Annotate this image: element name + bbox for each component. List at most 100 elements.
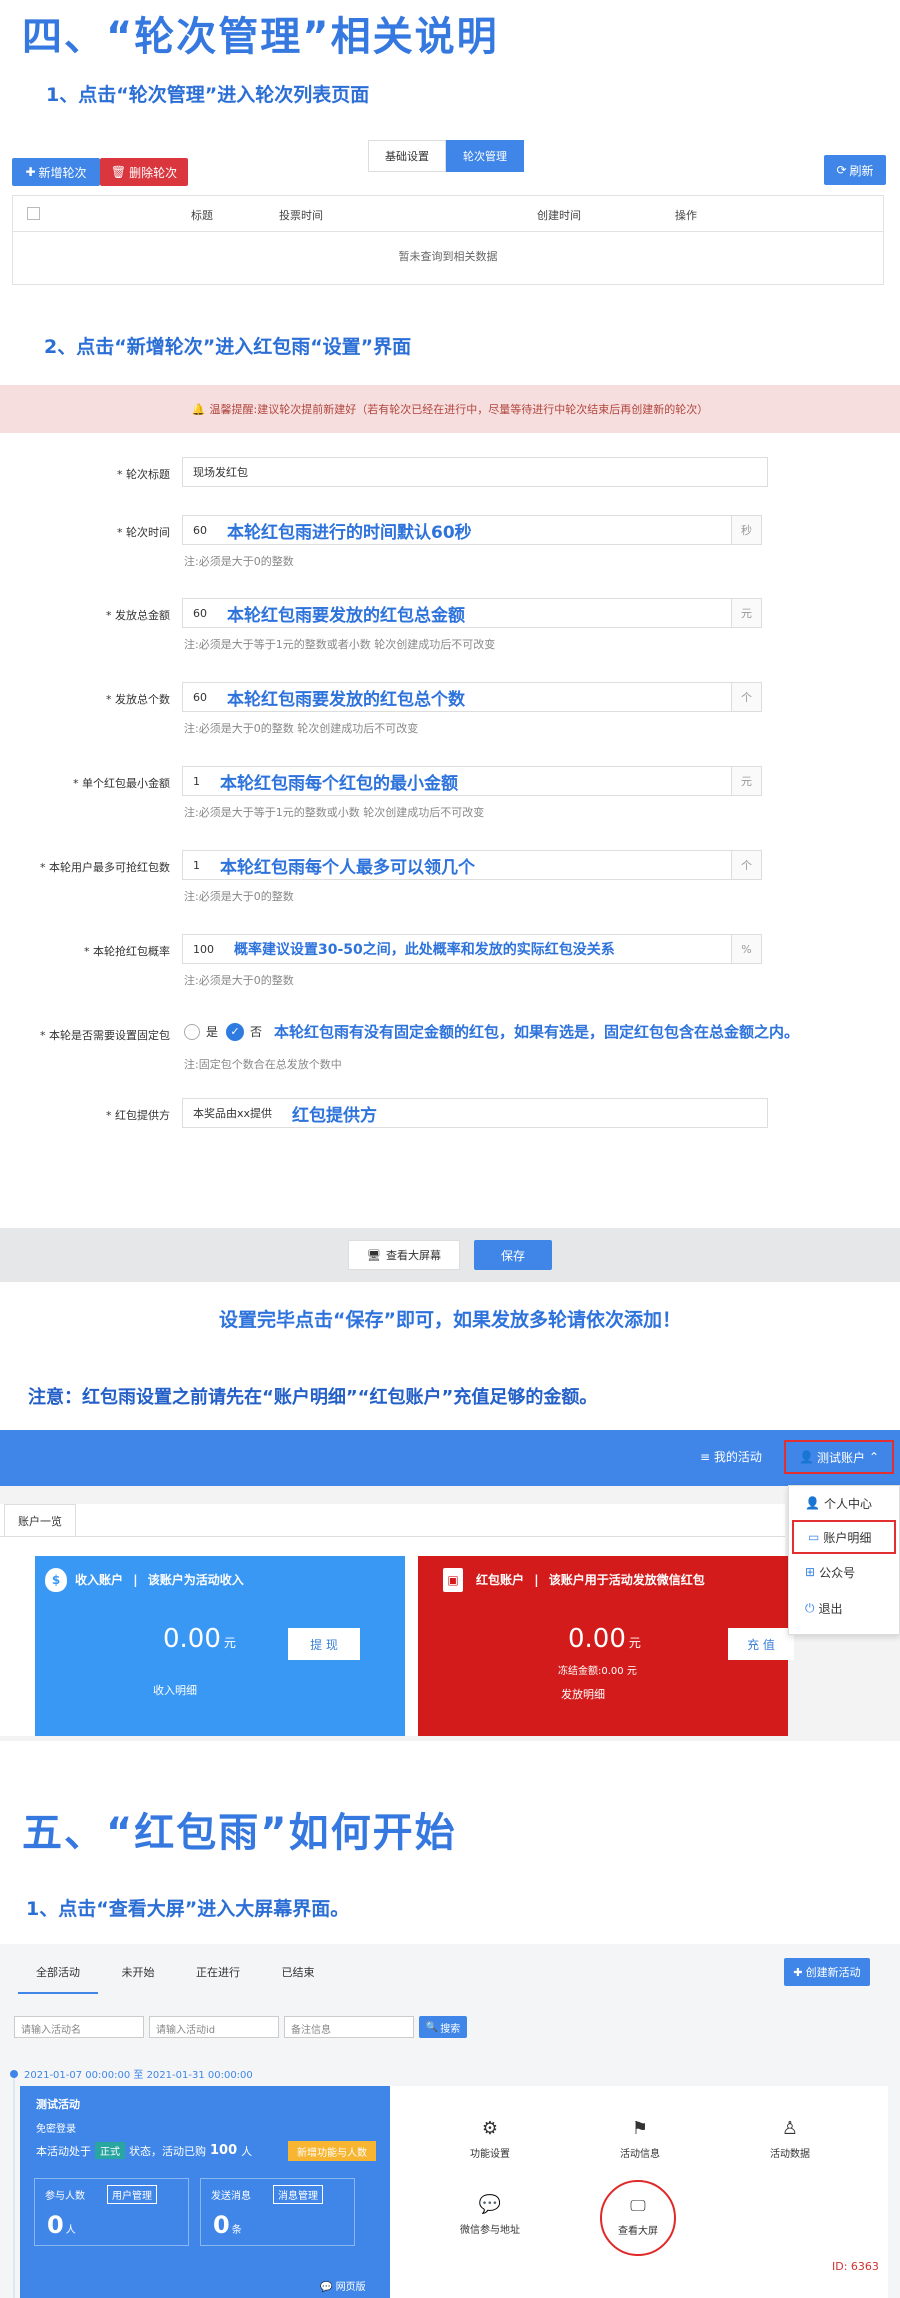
activity-name-input[interactable]: 请输入活动名 [14, 2016, 144, 2038]
round-time-input[interactable]: 60 本轮红包雨进行的时间默认60秒 秒 [182, 515, 762, 545]
field-label-title: * 轮次标题 [117, 468, 170, 481]
user-management-button[interactable]: 用户管理 [107, 2185, 157, 2204]
recharge-instruction: 注意：红包雨设置之前请先在“账户明细”“红包账户”充值足够的金额。 [28, 1387, 598, 1408]
warning-text: 温馨提醒:建议轮次提前新建好（若有轮次已经在进行中，尽量等待进行中轮次结束后再创… [209, 403, 709, 416]
tab-in-progress[interactable]: 正在进行 [178, 1964, 258, 1994]
provider-input[interactable]: 本奖品由xx提供 红包提供方 [182, 1098, 768, 1128]
min-amount-annotation: 本轮红包雨每个红包的最小金额 [220, 773, 458, 794]
provider-value: 本奖品由xx提供 [193, 1107, 273, 1120]
income-account-card: $ 收入账户 | 该账户为活动收入 0.00 元 提 现 收入明细 [35, 1556, 405, 1736]
tab-account-overview[interactable]: 账户一览 [4, 1504, 76, 1536]
menu-account-detail-label: 账户明细 [823, 1530, 872, 1545]
user-dropdown-menu: 👤 个人中心 ▭ 账户明细 ⊞ 公众号 ⏻ 退出 [788, 1485, 900, 1635]
probability-input[interactable]: 100 概率建议设置30-50之间，此处概率和发放的实际红包没关系 % [182, 934, 762, 964]
view-screen-button[interactable]: 🖥 查看大屏幕 [348, 1240, 460, 1270]
web-version-link[interactable]: 💬 网页版 [320, 2278, 366, 2293]
bell-icon: 🔔 [191, 402, 206, 416]
radio-no-label: 否 [250, 1025, 263, 1039]
message-management-button[interactable]: 消息管理 [273, 2185, 323, 2204]
power-icon: ⏻ [805, 1600, 815, 1615]
refresh-icon: ⟳ [836, 163, 847, 177]
activity-id-label: ID: [832, 2260, 848, 2273]
my-activity-link[interactable]: ≡ 我的活动 [700, 1448, 762, 1465]
round-title-value: 现场发红包 [193, 466, 248, 479]
warning-banner: 🔔 温馨提醒:建议轮次提前新建好（若有轮次已经在进行中，尽量等待进行中轮次结束后再… [0, 385, 900, 433]
refresh-button[interactable]: ⟳ 刷新 [824, 155, 886, 185]
tab-round-management[interactable]: 轮次管理 [446, 140, 524, 172]
tab-not-started[interactable]: 未开始 [98, 1964, 178, 1994]
total-amount-annotation: 本轮红包雨要发放的红包总金额 [227, 605, 465, 626]
money-bag-icon: $ [45, 1568, 67, 1592]
purchased-unit: 人 [241, 2144, 253, 2158]
table-empty-text: 暂未查询到相关数据 [398, 250, 498, 263]
chevron-up-icon: ⌃ [868, 1450, 880, 1464]
view-big-screen-label: 查看大屏 [618, 2226, 658, 2237]
participants-box: 参与人数 用户管理 0 人 [34, 2178, 189, 2246]
activity-id: ID: 6363 [832, 2260, 879, 2273]
user-name: 测试账户 [816, 1450, 865, 1465]
tab-basic-settings[interactable]: 基础设置 [368, 140, 446, 172]
delete-round-button[interactable]: 🗑 删除轮次 [100, 158, 188, 186]
wechat-icon: 💬 [478, 2194, 502, 2215]
activity-data-button[interactable]: ♙ 活动数据 [750, 2118, 830, 2160]
add-round-button[interactable]: ✚ 新增轮次 [12, 158, 100, 186]
wechat-address-button[interactable]: 💬 微信参与地址 [450, 2194, 530, 2236]
status-suffix: 状态，活动已购 [129, 2144, 206, 2158]
refresh-label: 刷新 [849, 163, 874, 178]
activity-info-button[interactable]: ⚑ 活动信息 [600, 2118, 680, 2160]
menu-profile-label: 个人中心 [823, 1496, 872, 1511]
min-amount-input[interactable]: 1 本轮红包雨每个红包的最小金额 元 [182, 766, 762, 796]
add-features-button[interactable]: 新增功能与人数 [288, 2141, 376, 2161]
menu-item-account-detail[interactable]: ▭ 账户明细 [792, 1520, 896, 1554]
create-activity-button[interactable]: ✚ 创建新活动 [784, 1958, 870, 1986]
recharge-button[interactable]: 充 值 [728, 1628, 794, 1660]
section4-step1: 1、点击“轮次管理”进入轮次列表页面 [46, 84, 370, 106]
tab-ended[interactable]: 已结束 [258, 1964, 338, 1994]
income-amount: 0.00 [163, 1624, 221, 1654]
plus-square-icon: ⊞ [805, 1565, 816, 1579]
income-title: 收入账户 [75, 1573, 124, 1587]
activity-id-value: 6363 [850, 2260, 879, 2273]
income-detail-link[interactable]: 收入明细 [35, 1682, 315, 1698]
card-icon: ▭ [808, 1530, 820, 1544]
create-activity-label: 创建新活动 [805, 1966, 861, 1979]
timeline-dot [10, 2070, 18, 2078]
total-count-input[interactable]: 60 本轮红包雨要发放的红包总个数 个 [182, 682, 762, 712]
function-settings-button[interactable]: ⚙ 功能设置 [450, 2118, 530, 2160]
round-title-input[interactable]: 现场发红包 [182, 457, 768, 487]
search-label: 搜索 [440, 2023, 461, 2035]
save-button[interactable]: 保存 [474, 1240, 552, 1270]
view-big-screen-button[interactable]: 🖵 查看大屏 [600, 2180, 676, 2256]
total-amount-input[interactable]: 60 本轮红包雨要发放的红包总金额 元 [182, 598, 762, 628]
round-table: 标题 投票时间 创建时间 操作 暂未查询到相关数据 [12, 195, 884, 285]
section5-step1: 1、点击“查看大屏”进入大屏幕界面。 [26, 1898, 350, 1920]
monitor-icon: 🖥 [367, 1248, 381, 1262]
participants-value: 0 [47, 2211, 64, 2239]
note-input[interactable]: 备注信息 [284, 2016, 414, 2038]
select-all-checkbox[interactable] [27, 207, 40, 220]
radio-no-checked[interactable]: ✓ [226, 1022, 245, 1041]
menu-item-logout[interactable]: ⏻ 退出 [789, 1590, 899, 1626]
menu-item-profile[interactable]: 👤 个人中心 [789, 1486, 899, 1520]
round-time-hint: 注:必须是大于0的整数 [184, 555, 294, 568]
tab-all-activities[interactable]: 全部活动 [18, 1964, 98, 1994]
activity-data-label: 活动数据 [770, 2149, 810, 2160]
max-per-user-input[interactable]: 1 本轮红包雨每个人最多可以领几个 个 [182, 850, 762, 880]
activity-date-range: 2021-01-07 00:00:00 至 2021-01-31 00:00:0… [24, 2070, 253, 2081]
radio-yes[interactable] [184, 1023, 200, 1040]
activity-id-input[interactable]: 请输入活动id [149, 2016, 279, 2038]
account-topbar: ≡ 我的活动 👤 测试账户 ⌃ [0, 1430, 900, 1486]
delete-round-label: 删除轮次 [129, 165, 178, 180]
redpack-desc: 该账户用于活动发放微信红包 [548, 1573, 705, 1587]
col-created-time: 创建时间 [537, 209, 581, 222]
search-button[interactable]: 🔍 搜索 [419, 2016, 467, 2038]
redpack-detail-link[interactable]: 发放明细 [418, 1686, 748, 1702]
activity-tabs: 全部活动 未开始 正在进行 已结束 [18, 1964, 338, 1994]
total-amount-value: 60 [193, 606, 207, 620]
redpack-unit: 元 [628, 1636, 641, 1650]
menu-item-official-account[interactable]: ⊞ 公众号 [789, 1554, 899, 1590]
redpack-amount: 0.00 [568, 1624, 626, 1654]
withdraw-button[interactable]: 提 现 [288, 1628, 360, 1660]
user-menu-toggle[interactable]: 👤 测试账户 ⌃ [784, 1440, 894, 1474]
user-icon: 👤 [798, 1450, 814, 1464]
